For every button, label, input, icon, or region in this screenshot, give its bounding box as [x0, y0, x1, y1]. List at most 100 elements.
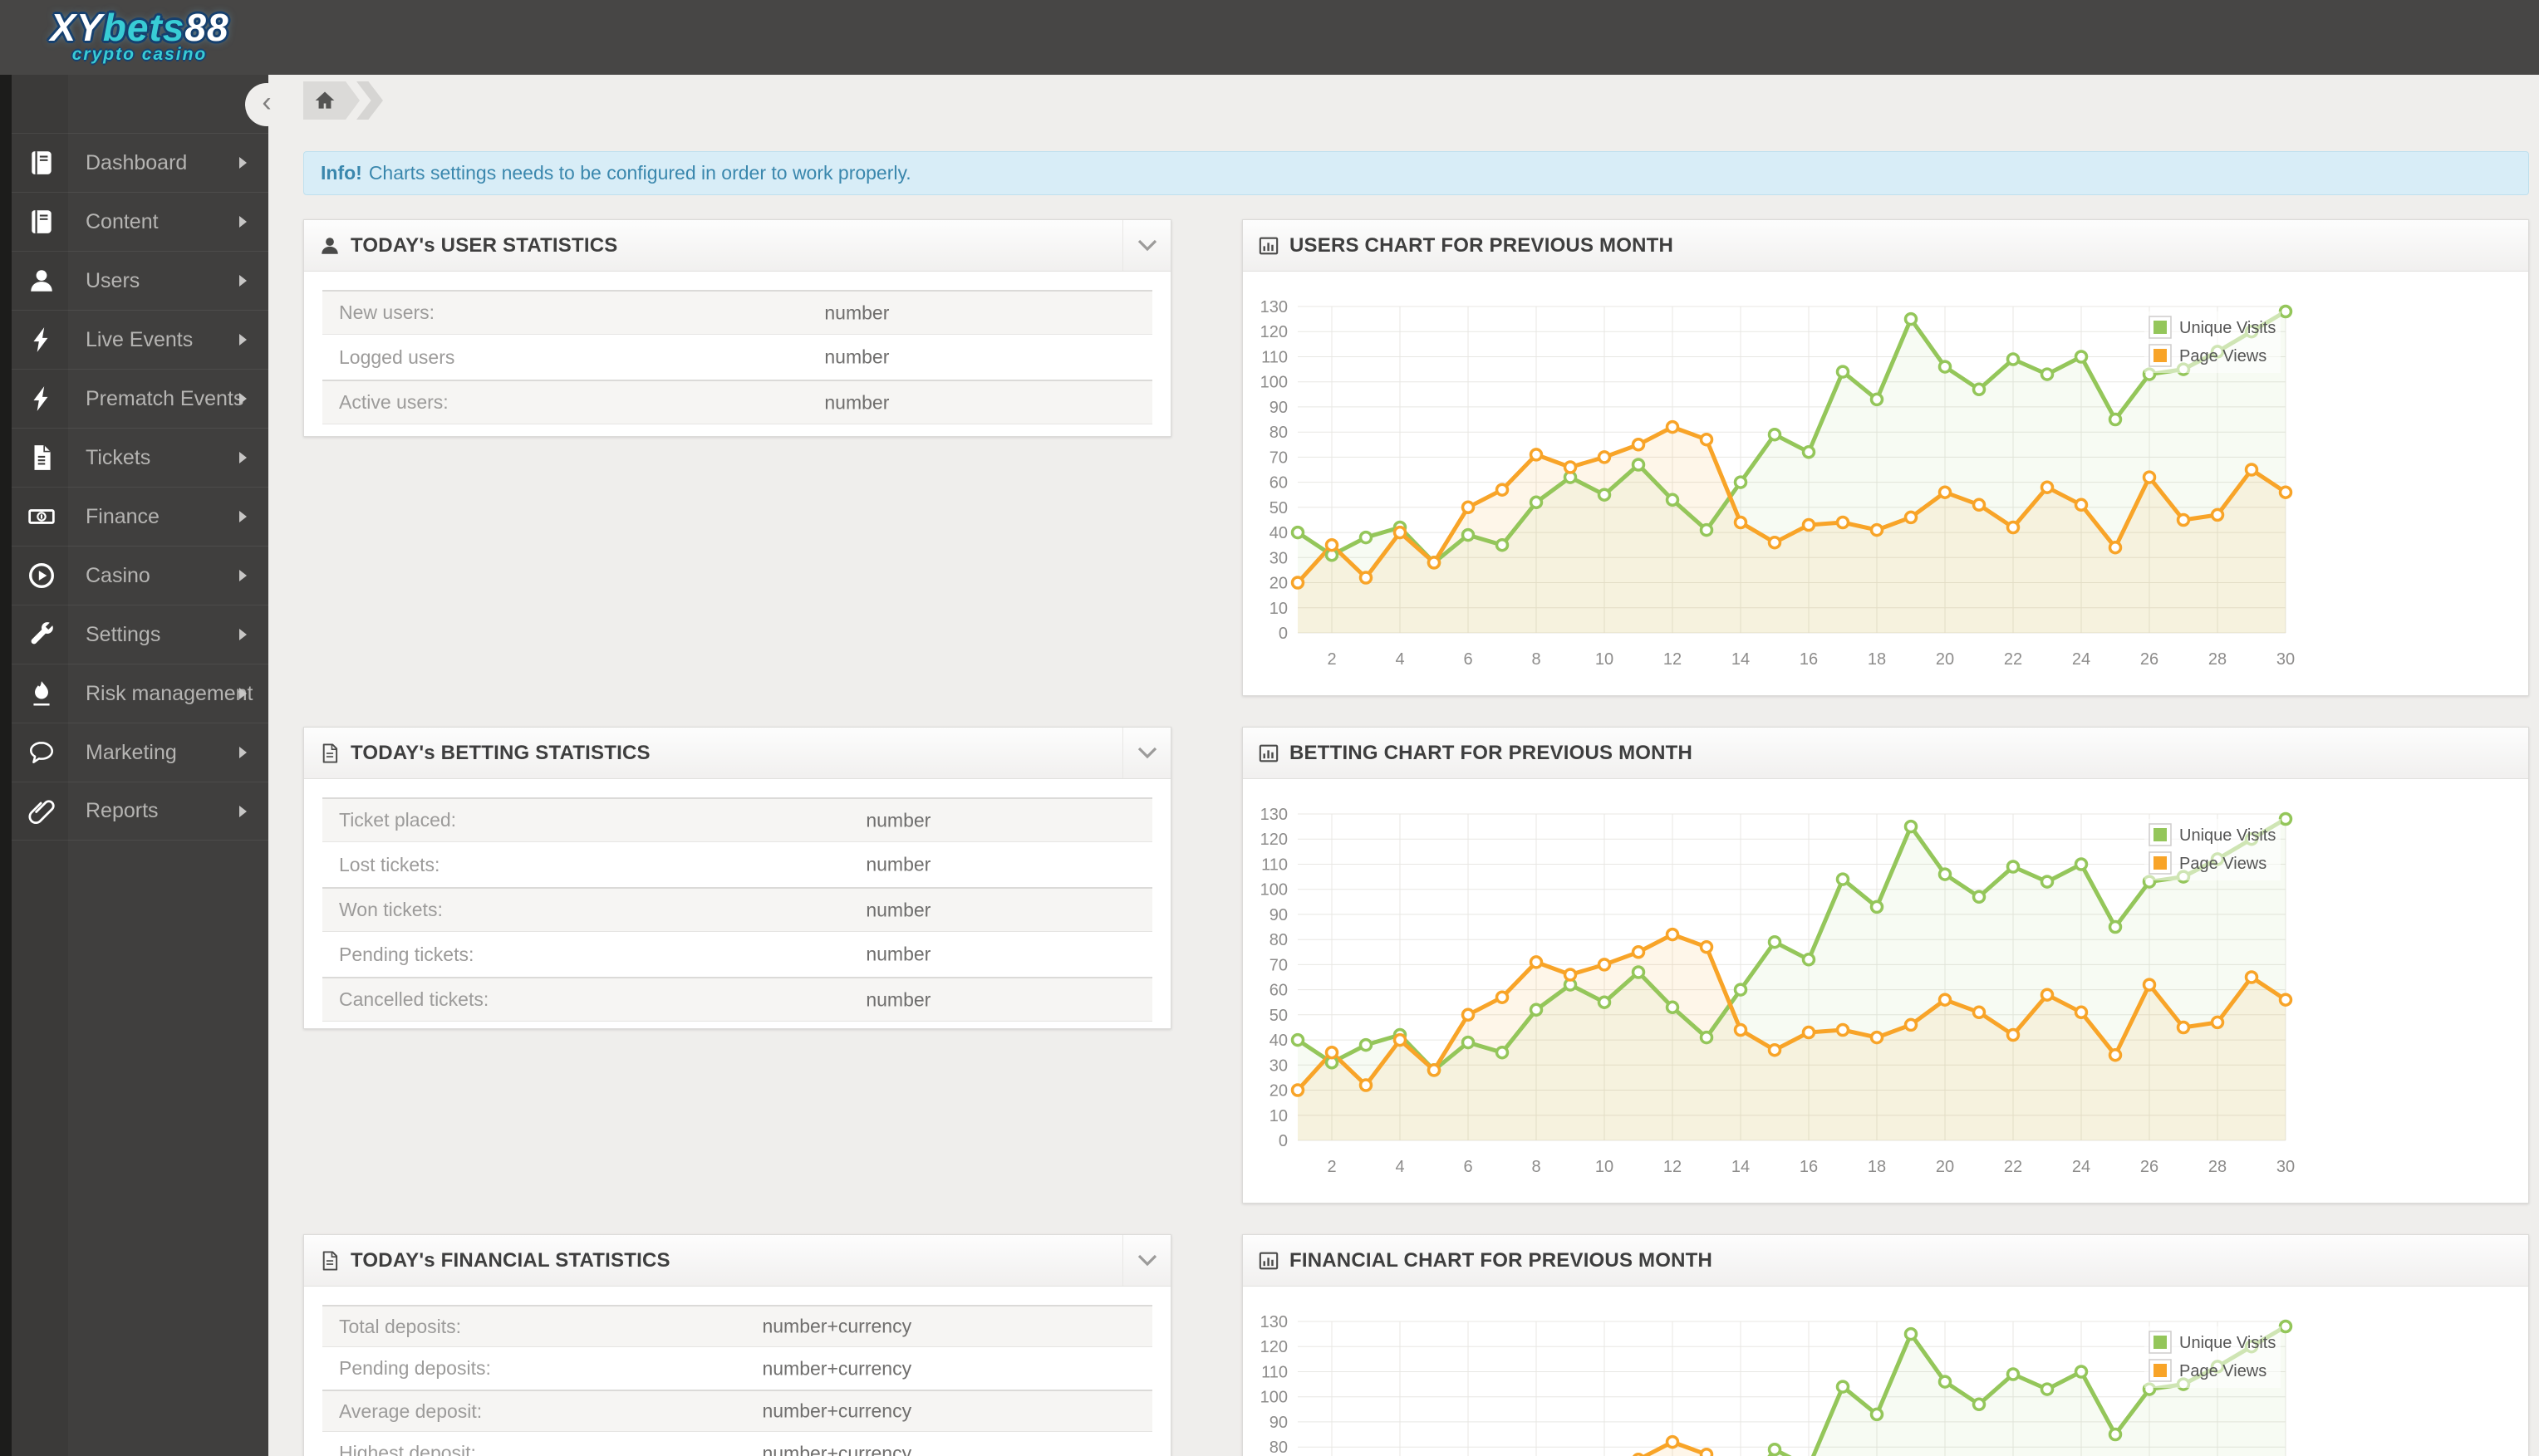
stat-label: Logged users: [339, 346, 455, 368]
sidebar-item-label: Risk management: [86, 681, 253, 705]
sidebar-item-risk-management[interactable]: Risk management: [0, 664, 268, 723]
sidebar-item-dashboard[interactable]: Dashboard: [0, 133, 268, 192]
sidebar-item-marketing[interactable]: Marketing: [0, 723, 268, 782]
sidebar-item-reports[interactable]: Reports: [0, 782, 268, 841]
sidebar-item-label: Prematch Events: [86, 386, 244, 410]
panel-header: TODAY's BETTING STATISTICS: [304, 728, 1171, 779]
breadcrumb-chevron-icon: [356, 81, 383, 120]
svg-text:30: 30: [2276, 1158, 2295, 1176]
svg-text:100: 100: [1260, 374, 1288, 392]
sidebar-item-content[interactable]: Content: [0, 192, 268, 251]
stat-value: number+currency: [762, 1315, 912, 1337]
svg-text:24: 24: [2072, 650, 2090, 669]
stat-value: number: [824, 346, 890, 368]
table-row: Total deposits: number+currency: [322, 1305, 1152, 1347]
svg-text:2: 2: [1327, 650, 1336, 669]
svg-text:Page Views: Page Views: [2179, 855, 2266, 873]
dashboard-row-2: TODAY's BETTING STATISTICS Ticket placed…: [303, 727, 2529, 1204]
sidebar-item-label: Live Events: [86, 327, 194, 351]
stat-value: number+currency: [762, 1400, 912, 1422]
breadcrumb-home[interactable]: [303, 81, 360, 120]
bolt-icon: [27, 385, 56, 413]
chevron-down-icon: [1137, 747, 1157, 759]
sidebar-item-live-events[interactable]: Live Events: [0, 310, 268, 369]
table-row: Won tickets: number: [322, 887, 1152, 932]
svg-text:120: 120: [1260, 1338, 1288, 1356]
line-chart-svg: 0102030405060708090100110120130246810121…: [1260, 1313, 2293, 1456]
caret-right-icon: [239, 157, 247, 169]
financial-stats-panel: TODAY's FINANCIAL STATISTICS Total depos…: [303, 1234, 1171, 1456]
svg-text:28: 28: [2208, 1158, 2227, 1176]
stats-table: Total deposits: number+currency Pending de…: [322, 1305, 1152, 1456]
table-row: Pending tickets: number: [322, 932, 1152, 977]
chevron-down-icon: [1137, 1254, 1157, 1267]
collapse-panel-button[interactable]: [1122, 728, 1171, 778]
sidebar-item-users[interactable]: Users: [0, 251, 268, 310]
svg-text:26: 26: [2140, 1158, 2158, 1176]
info-alert: Info! Charts settings needs to be config…: [303, 151, 2529, 195]
home-icon: [313, 89, 336, 112]
svg-text:70: 70: [1270, 449, 1288, 467]
sidebar-item-tickets[interactable]: Tickets: [0, 428, 268, 487]
svg-text:20: 20: [1936, 650, 1954, 669]
svg-text:110: 110: [1261, 856, 1288, 875]
svg-text:70: 70: [1270, 956, 1288, 974]
sidebar-item-label: Dashboard: [86, 150, 188, 174]
users-chart-panel: USERS CHART FOR PREVIOUS MONTH 0 10 20 30 40…: [1242, 219, 2529, 696]
svg-text:130: 130: [1260, 298, 1288, 316]
sidebar-collapse-button[interactable]: ‹: [245, 83, 288, 126]
caret-right-icon: [239, 805, 247, 817]
stat-label: Cancelled tickets:: [339, 988, 489, 1010]
chevron-left-icon: ‹: [262, 86, 272, 118]
betting-chart-panel: BETTING CHART FOR PREVIOUS MONTH 0 10 20 30…: [1242, 727, 2529, 1204]
stat-value: number: [866, 988, 931, 1010]
svg-text:30: 30: [1270, 1056, 1288, 1075]
svg-text:30: 30: [2276, 650, 2295, 669]
svg-text:120: 120: [1260, 323, 1288, 341]
person-icon: [27, 267, 56, 295]
svg-text:8: 8: [1531, 650, 1540, 669]
collapse-panel-button[interactable]: [1122, 220, 1171, 271]
sidebar-item-settings[interactable]: Settings: [0, 605, 268, 664]
caret-right-icon: [239, 747, 247, 758]
caret-right-icon: [239, 629, 247, 640]
stat-label: Pending tickets:: [339, 943, 474, 965]
table-row: Lost tickets: number: [322, 842, 1152, 887]
svg-text:6: 6: [1463, 650, 1472, 669]
svg-text:110: 110: [1261, 1364, 1288, 1382]
panel-header: TODAY's FINANCIAL STATISTICS: [304, 1235, 1171, 1287]
sidebar-item-label: Marketing: [86, 740, 177, 764]
table-row: Pending deposits: number+currency: [322, 1347, 1152, 1390]
logo[interactable]: XYbets88 crypto casino: [48, 5, 231, 65]
svg-text:30: 30: [1270, 549, 1288, 567]
sidebar-item-prematch-events[interactable]: Prematch Events: [0, 369, 268, 428]
svg-text:90: 90: [1270, 1414, 1288, 1432]
caret-right-icon: [239, 570, 247, 581]
sidebar-edge-strip: [0, 75, 12, 1456]
svg-text:100: 100: [1260, 1389, 1288, 1407]
stat-label: Ticket placed:: [339, 809, 457, 831]
sidebar-item-casino[interactable]: Casino: [0, 546, 268, 605]
bolt-icon: [27, 326, 56, 354]
table-row: Logged users number: [322, 335, 1152, 380]
betting-line-chart: 0 10 20 30 40 50 60 70 80 90 100 110 120 130 2 4 6 8 10 12 1…: [1250, 796, 2305, 1186]
svg-text:80: 80: [1270, 424, 1288, 442]
chart-legend: Unique Visits Page Views: [2144, 1326, 2281, 1388]
collapse-panel-button[interactable]: [1122, 1235, 1171, 1286]
bar-chart-icon: [1258, 235, 1279, 257]
svg-text:6: 6: [1463, 1158, 1472, 1176]
alert-text: Charts settings needs to be configured i…: [368, 162, 911, 184]
chart-legend: Unique Visits Page Views: [2144, 311, 2281, 373]
svg-text:60: 60: [1270, 982, 1288, 1000]
banknote-icon: [27, 502, 56, 531]
svg-text:90: 90: [1270, 399, 1288, 417]
logo-title: XYbets88: [50, 6, 229, 49]
table-row: New users: number: [322, 290, 1152, 335]
flame-icon: [27, 679, 56, 708]
sidebar-item-label: Tickets: [86, 445, 151, 469]
svg-text:50: 50: [1270, 499, 1288, 517]
sidebar-item-finance[interactable]: Finance: [0, 487, 268, 546]
svg-text:Unique Visits: Unique Visits: [2179, 319, 2276, 337]
sidebar-item-label: Settings: [86, 622, 161, 646]
stat-value: number: [866, 853, 931, 875]
